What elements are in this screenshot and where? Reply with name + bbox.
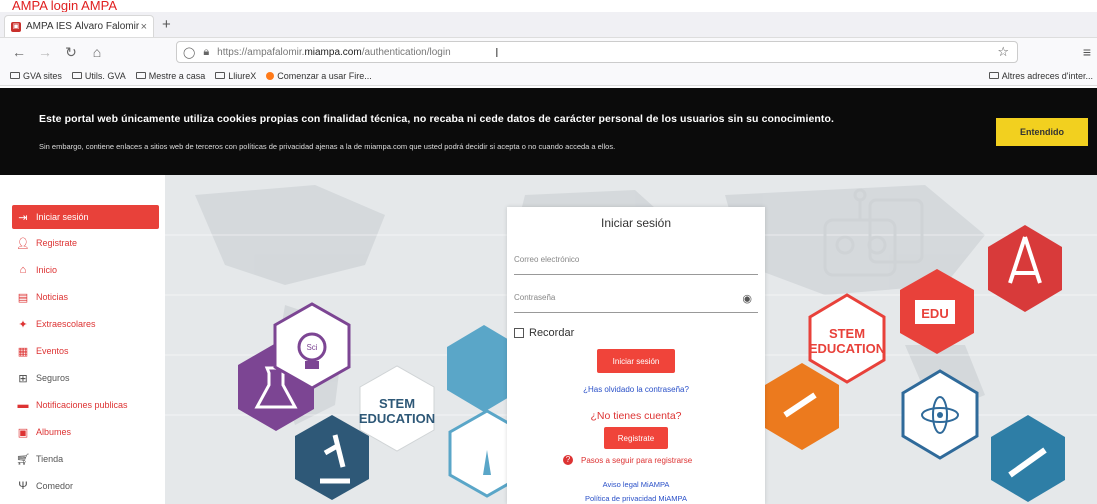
text-cursor-icon: I: [495, 45, 499, 60]
browser-tab[interactable]: ▣ AMPA IES Álvaro Falomir ×: [4, 15, 154, 37]
svg-text:EDUCATION: EDUCATION: [359, 411, 435, 426]
login-icon: ⇥: [18, 211, 28, 224]
tab-title: AMPA IES Álvaro Falomir: [26, 21, 140, 32]
add-user-icon: 👤︎: [16, 237, 30, 250]
sidebar-item-eventos[interactable]: ▦ Eventos: [12, 339, 159, 363]
svg-text:EDUCATION: EDUCATION: [809, 341, 885, 356]
running-icon: ✦: [18, 318, 28, 331]
bookmarks-bar: GVA sites Utils. GVA Mestre a casa Lliur…: [0, 66, 1097, 86]
url-prefix: https://ampafalomir.: [217, 46, 305, 58]
bookmark-other[interactable]: Altres adreces d'inter...: [988, 71, 1093, 81]
email-label: Correo electrónico: [514, 255, 580, 264]
news-icon: ▤: [17, 291, 29, 304]
privacy-policy-link[interactable]: Política de privacidad MiAMPA: [507, 494, 765, 503]
forgot-password-link[interactable]: ¿Has olvidado la contraseña?: [507, 385, 765, 394]
sidebar-item-comedor[interactable]: Ψ Comedor: [12, 474, 159, 498]
bookmark-star-icon[interactable]: ☆: [997, 44, 1009, 60]
question-icon: ?: [563, 455, 573, 465]
url-path: /authentication/login: [361, 46, 451, 58]
bookmark-utils-gva[interactable]: Utils. GVA: [71, 71, 126, 81]
register-button[interactable]: Registrate: [604, 427, 668, 449]
folder-icon: [135, 72, 146, 79]
home-icon[interactable]: ⌂: [90, 44, 104, 60]
new-tab-button[interactable]: +: [162, 16, 171, 33]
firefox-icon: [266, 71, 275, 80]
bookmark-gva-sites[interactable]: GVA sites: [10, 71, 62, 81]
content: ⇥ Iniciar sesión 👤︎ Registrate ⌂ Inicio ▤ No…: [0, 175, 1097, 504]
forward-arrow-icon[interactable]: →: [38, 44, 52, 60]
sidebar-item-tienda[interactable]: 🛒︎ Tienda: [12, 447, 159, 471]
tab-bar: ▣ AMPA IES Álvaro Falomir × +: [0, 12, 1097, 38]
plus-box-icon: ⊞: [18, 372, 28, 385]
cart-icon: 🛒︎: [16, 453, 30, 466]
sidebar: ⇥ Iniciar sesión 👤︎ Registrate ⌂ Inicio ▤ No…: [0, 175, 165, 504]
message-icon: ▬: [17, 399, 29, 411]
bookmark-lliurex[interactable]: LliureX: [215, 71, 256, 81]
eye-icon[interactable]: ◉: [742, 292, 752, 305]
lock-icon: 🔒︎: [203, 45, 210, 58]
home-icon: ⌂: [19, 264, 27, 276]
url-host: miampa.com: [304, 46, 362, 58]
sidebar-item-seguros[interactable]: ⊞ Seguros: [12, 366, 159, 390]
image-icon: ▣: [17, 426, 29, 439]
reload-icon[interactable]: ↻: [64, 44, 78, 61]
login-card: Iniciar sesión Correo electrónico Contra…: [507, 207, 765, 504]
folder-icon: [71, 72, 82, 79]
folder-icon: [988, 72, 999, 79]
bookmark-firefox[interactable]: Comenzar a usar Fire...: [266, 71, 372, 81]
favicon-icon: ▣: [11, 21, 21, 32]
url-bar[interactable]: ◯ 🔒︎ https://ampafalomir. miampa.com/auth…: [176, 41, 1018, 63]
sidebar-item-registrate[interactable]: 👤︎ Registrate: [12, 231, 159, 255]
sidebar-item-noticias[interactable]: ▤ Noticias: [12, 285, 159, 309]
checkbox-icon[interactable]: [514, 328, 524, 338]
back-arrow-icon[interactable]: ←: [12, 44, 26, 60]
close-icon[interactable]: ×: [141, 21, 147, 33]
svg-text:EDU: EDU: [921, 306, 948, 321]
cookie-subtitle: Sin embargo, contiene enlaces a sitios w…: [39, 142, 616, 151]
cookie-title: Este portal web únicamente utiliza cooki…: [39, 113, 835, 125]
sidebar-item-extraescolares[interactable]: ✦ Extraescolares: [12, 312, 159, 336]
folder-icon: [10, 72, 20, 79]
cookie-banner: Este portal web únicamente utiliza cooki…: [0, 88, 1097, 175]
sidebar-item-notificaciones[interactable]: ▬ Notificaciones publicas: [12, 393, 159, 417]
svg-text:Sci: Sci: [306, 343, 317, 352]
legal-notice-link[interactable]: Aviso legal MiAMPA: [507, 480, 765, 489]
svg-text:STEM: STEM: [829, 326, 865, 341]
sidebar-item-inicio[interactable]: ⌂ Inicio: [12, 258, 159, 282]
svg-text:STEM: STEM: [379, 396, 415, 411]
remember-label: Recordar: [529, 327, 575, 339]
login-title: Iniciar sesión: [600, 216, 672, 230]
hamburger-menu-icon[interactable]: ≡: [1083, 44, 1091, 60]
folder-icon: [215, 72, 226, 79]
accept-cookies-button[interactable]: Entendido: [996, 118, 1088, 146]
register-steps-link[interactable]: ? Pasos a seguir para registrarse: [563, 455, 692, 465]
annotation-note: AMPA login AMPA: [12, 0, 118, 13]
email-field[interactable]: Correo electrónico: [514, 245, 758, 275]
microscope-hexagon: [295, 415, 369, 500]
shield-icon: ◯: [183, 46, 196, 59]
bookmark-mestre-a-casa[interactable]: Mestre a casa: [135, 71, 205, 81]
login-button[interactable]: Iniciar sesión: [597, 349, 675, 373]
no-account-text: ¿No tienes cuenta?: [590, 410, 682, 422]
cutlery-icon: Ψ: [18, 480, 28, 492]
sidebar-item-iniciar-sesion[interactable]: ⇥ Iniciar sesión: [12, 205, 159, 229]
sidebar-item-albumes[interactable]: ▣ Albumes: [12, 420, 159, 444]
password-label: Contraseña: [514, 293, 556, 302]
remember-checkbox[interactable]: Recordar: [514, 327, 574, 339]
nav-bar: ← → ↻ ⌂ ◯ 🔒︎ https://ampafalomir. miampa.…: [0, 38, 1097, 66]
page: AMPA login AMPA ▣ AMPA IES Álvaro Falomi…: [0, 0, 1097, 504]
calendar-icon: ▦: [17, 345, 29, 358]
password-field[interactable]: Contraseña ◉: [514, 283, 758, 313]
